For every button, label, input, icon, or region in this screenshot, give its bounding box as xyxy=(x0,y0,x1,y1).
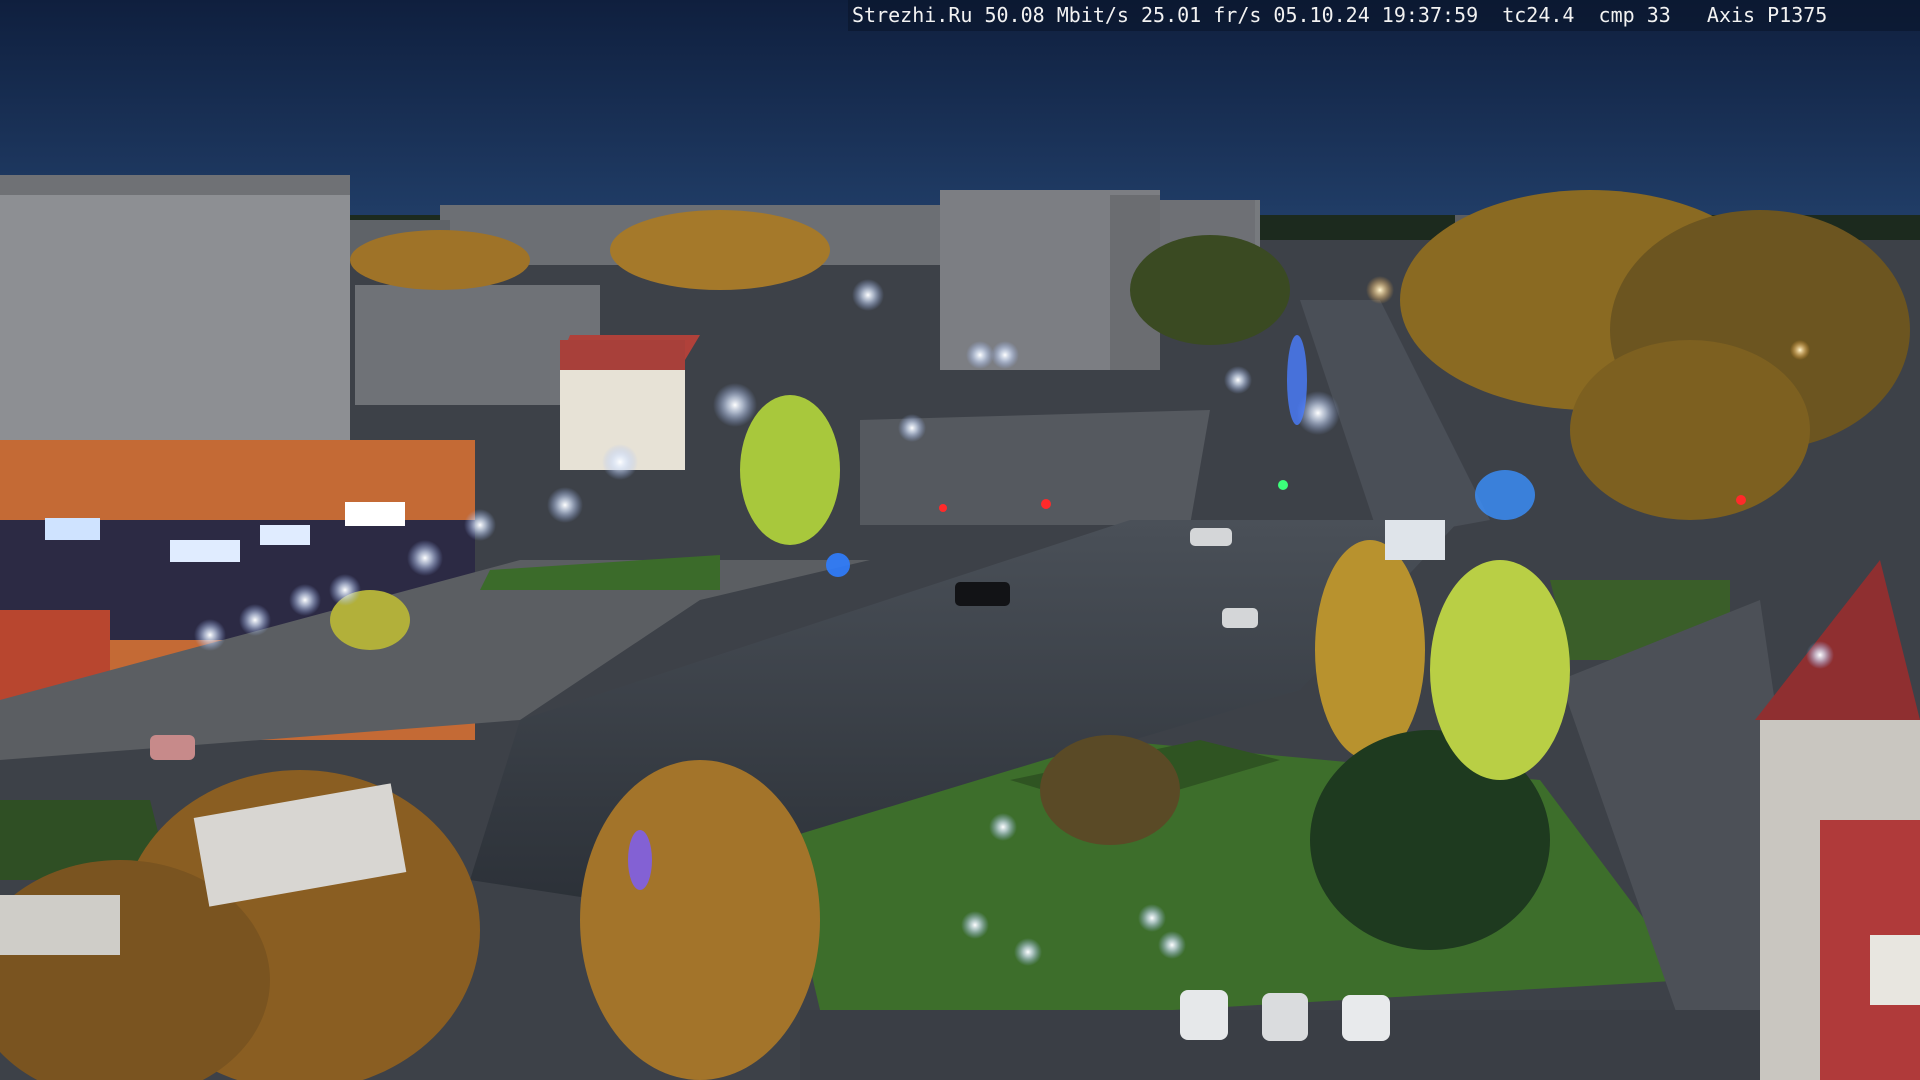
camera-info-overlay: Strezhi.Ru 50.08 Mbit/s 25.01 fr/s 05.10… xyxy=(848,0,1920,31)
webcam-scene xyxy=(0,0,1920,1080)
